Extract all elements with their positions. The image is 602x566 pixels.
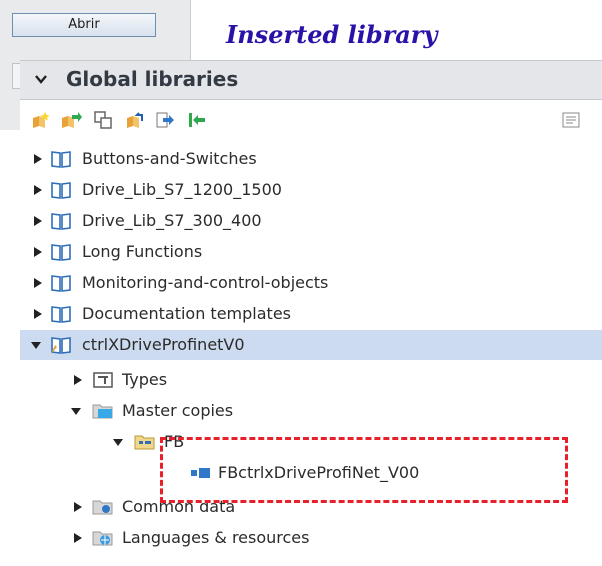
tree-item-label: ctrlXDriveProfinetV0 [82, 335, 245, 354]
expand-arrow-icon[interactable] [72, 501, 84, 513]
library-toolbar [20, 100, 602, 142]
new-library-icon[interactable] [30, 109, 52, 131]
library-book-icon [51, 244, 71, 261]
tree-item-buttons-and-switches[interactable]: Buttons-and-Switches [20, 144, 602, 174]
tree-item-label: Drive_Lib_S7_1200_1500 [82, 180, 282, 199]
tree-item-fbctrlx-drive-profinet[interactable]: FBctrlxDriveProfiNet_V00 [20, 458, 602, 488]
section-title: Global libraries [66, 67, 239, 91]
tree-item-documentation-templates[interactable]: Documentation templates [20, 299, 602, 329]
tree-item-label: Languages & resources [122, 528, 310, 547]
chevron-down-icon[interactable] [34, 72, 48, 86]
open-library-icon[interactable] [60, 109, 82, 131]
library-open-icon [51, 337, 71, 354]
tree-item-master-copies[interactable]: Master copies [20, 396, 602, 426]
tree-item-fb[interactable]: FB [20, 427, 602, 457]
tree-item-label: Buttons-and-Switches [82, 149, 257, 168]
tree-item-long-functions[interactable]: Long Functions [20, 237, 602, 267]
close-library-icon[interactable] [124, 109, 146, 131]
library-book-icon [51, 213, 71, 230]
expand-arrow-icon[interactable] [72, 532, 84, 544]
fb-folder-icon [134, 435, 155, 450]
expand-arrow-icon[interactable] [32, 215, 44, 227]
annotation-caption: Inserted library [226, 20, 438, 49]
library-book-icon [51, 275, 71, 292]
tree-item-label: Monitoring-and-control-objects [82, 273, 329, 292]
tree-item-drive-lib-300-400[interactable]: Drive_Lib_S7_300_400 [20, 206, 602, 236]
import-library-icon[interactable] [186, 109, 208, 131]
tree-item-label: Master copies [122, 401, 234, 420]
save-library-icon[interactable] [92, 109, 114, 131]
tree-item-label: Drive_Lib_S7_300_400 [82, 211, 262, 230]
tree-item-common-data[interactable]: Common data [20, 492, 602, 522]
common-data-icon [92, 500, 113, 515]
tree-item-ctrlx-drive-profinet[interactable]: ctrlXDriveProfinetV0 [20, 330, 602, 360]
library-book-icon [51, 182, 71, 199]
library-book-icon [51, 306, 71, 323]
collapse-arrow-icon[interactable] [70, 405, 82, 417]
languages-icon [92, 531, 113, 546]
expand-arrow-icon[interactable] [72, 374, 84, 386]
export-library-icon[interactable] [154, 109, 176, 131]
tree-item-languages-resources[interactable]: Languages & resources [20, 523, 602, 553]
library-book-icon [51, 151, 71, 168]
properties-icon[interactable] [560, 109, 582, 131]
libraries-panel: Buttons-and-Switches Drive_Lib_S7_1200_1… [20, 100, 602, 566]
folder-icon [92, 404, 113, 419]
collapse-arrow-icon[interactable] [112, 436, 124, 448]
tree-item-label: Documentation templates [82, 304, 291, 323]
expand-arrow-icon[interactable] [32, 277, 44, 289]
global-libraries-header[interactable]: Global libraries [20, 60, 602, 100]
expand-arrow-icon[interactable] [32, 246, 44, 258]
tree-item-label: Long Functions [82, 242, 203, 261]
expand-arrow-icon[interactable] [32, 153, 44, 165]
expand-arrow-icon[interactable] [32, 184, 44, 196]
block-icon [191, 468, 210, 478]
tree-item-label: Common data [122, 497, 236, 516]
types-folder-icon [93, 372, 113, 388]
tree-item-label: FBctrlxDriveProfiNet_V00 [218, 463, 420, 482]
collapse-arrow-icon[interactable] [30, 339, 42, 351]
open-button[interactable]: Abrir [12, 13, 156, 37]
tree-item-drive-lib-1200-1500[interactable]: Drive_Lib_S7_1200_1500 [20, 175, 602, 205]
tree-item-monitoring-and-control-objects[interactable]: Monitoring-and-control-objects [20, 268, 602, 298]
tree-item-types[interactable]: Types [20, 365, 602, 395]
tree-item-label: Types [122, 370, 168, 389]
tree-item-label: FB [164, 432, 185, 451]
expand-arrow-icon[interactable] [32, 308, 44, 320]
